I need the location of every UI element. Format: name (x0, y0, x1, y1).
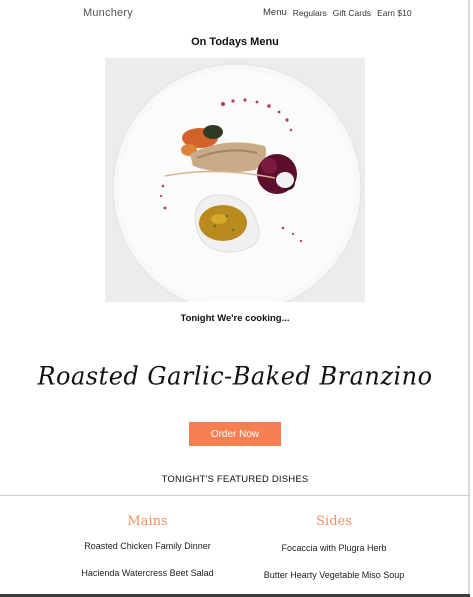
menu-heading: On Todays Menu (191, 36, 279, 48)
mains-item[interactable]: Roasted Chicken Family Dinner (40, 541, 255, 551)
brand-logo[interactable]: Munchery (83, 7, 133, 19)
sides-title: Sides (316, 514, 352, 529)
nav-link-earn[interactable]: Earn $10 (377, 8, 412, 18)
sides-item[interactable]: Butter Hearty Vegetable Miso Soup (224, 570, 444, 580)
order-now-button[interactable]: Order Now (189, 422, 281, 446)
cooking-subheading: Tonight We're cooking... (180, 313, 290, 324)
nav-links: Menu Regulars Gift Cards Earn $10 (263, 7, 418, 18)
dish-photo[interactable] (105, 58, 365, 302)
email-frame: Munchery Menu Regulars Gift Cards Earn $… (0, 0, 470, 597)
nav-link-menu[interactable]: Menu (263, 7, 287, 18)
mains-item[interactable]: Hacienda Watercress Beet Salad (40, 568, 255, 578)
featured-dishes-title: TONIGHT'S FEATURED DISHES (161, 474, 309, 485)
nav-link-gift-cards[interactable]: Gift Cards (333, 8, 371, 18)
nav-link-regulars[interactable]: Regulars (293, 8, 327, 18)
section-divider (0, 495, 470, 496)
top-nav: Munchery Menu Regulars Gift Cards Earn $… (0, 7, 470, 21)
dish-name: Roasted Garlic-Baked Branzino (37, 361, 433, 391)
mains-title: Mains (127, 514, 168, 529)
mains-column: Mains Roasted Chicken Family Dinner Haci… (40, 514, 255, 578)
sides-column: Sides Focaccia with Plugra Herb Butter H… (224, 514, 444, 580)
plate-illustration (105, 58, 365, 302)
sides-item[interactable]: Focaccia with Plugra Herb (224, 543, 444, 553)
